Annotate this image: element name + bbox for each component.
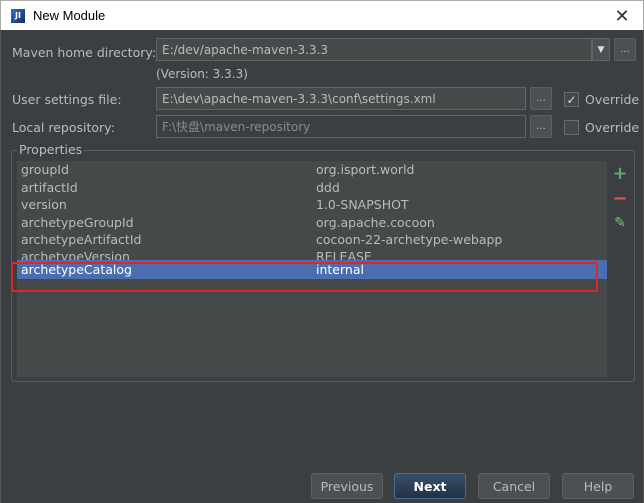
property-key: artifactId [21,179,78,195]
override-label: Override [585,120,640,135]
properties-table[interactable]: groupId org.isport.world artifactId ddd … [17,161,607,377]
property-key: version [21,197,67,213]
local-repo-field[interactable]: F:\快盘\maven-repository [156,115,526,138]
maven-version-row: (Version: 3.3.3) [156,66,248,82]
property-value: cocoon-22-archetype-webapp [316,232,503,248]
table-row[interactable]: groupId org.isport.world [17,161,607,179]
table-row[interactable]: archetypeGroupId org.apache.cocoon [17,214,607,232]
maven-version-text: (Version: 3.3.3) [156,67,248,81]
edit-icon[interactable]: ✎ [610,213,630,233]
property-value: RELEASE [316,248,372,260]
property-value: org.apache.cocoon [316,214,435,230]
property-key: groupId [21,162,69,178]
cancel-button[interactable]: Cancel [478,473,550,499]
window-title: New Module [33,8,106,23]
override-checkbox-unchecked[interactable] [564,120,579,135]
table-row[interactable]: archetypeVersion RELEASE [17,249,607,260]
user-settings-field[interactable]: E:\dev\apache-maven-3.3.3\conf\settings.… [156,87,526,110]
maven-home-label: Maven home directory: [12,45,157,60]
override-checkbox-checked[interactable]: ✓ [564,92,579,107]
table-row-selected[interactable]: archetypeCatalog internal [17,260,607,279]
next-button[interactable]: Next [394,473,466,499]
intellij-app-icon: JI [11,8,25,23]
user-settings-label: User settings file: [12,92,122,107]
maven-home-row: Maven home directory: [12,41,156,64]
table-row[interactable]: artifactId ddd [17,179,607,197]
local-repo-row: Local repository: [12,116,115,139]
properties-title: Properties [17,142,85,157]
local-repo-browse-button[interactable]: ... [530,115,552,138]
property-value: internal [316,262,364,277]
override-label: Override [585,92,640,107]
user-settings-override[interactable]: ✓ Override [564,88,639,111]
remove-icon[interactable]: − [610,188,630,209]
property-value: org.isport.world [316,162,415,178]
title-bar: JI New Module ✕ [0,0,644,30]
properties-group: Properties groupId org.isport.world arti… [11,142,635,382]
property-value: 1.0-SNAPSHOT [316,197,409,213]
property-key: archetypeGroupId [21,214,134,230]
property-key: archetypeVersion [21,248,130,260]
local-repo-label: Local repository: [12,120,115,135]
table-row[interactable]: version 1.0-SNAPSHOT [17,196,607,214]
close-icon[interactable]: ✕ [611,5,633,27]
chevron-down-icon[interactable]: ▼ [592,38,610,61]
property-key: archetypeArtifactId [21,232,142,248]
table-row[interactable]: archetypeArtifactId cocoon-22-archetype-… [17,231,607,249]
previous-button[interactable]: Previous [311,473,383,499]
property-value: ddd [316,179,340,195]
local-repo-override[interactable]: Override [564,116,639,139]
property-key: archetypeCatalog [21,262,132,277]
user-settings-row: User settings file: [12,88,122,111]
maven-home-browse-button[interactable]: ... [614,38,636,61]
add-icon[interactable]: + [610,163,630,184]
new-module-dialog: Maven home directory: E:/dev/apache-mave… [0,30,644,503]
maven-home-combo[interactable]: E:/dev/apache-maven-3.3.3 [156,38,592,61]
user-settings-browse-button[interactable]: ... [530,87,552,110]
help-button[interactable]: Help [562,473,634,499]
